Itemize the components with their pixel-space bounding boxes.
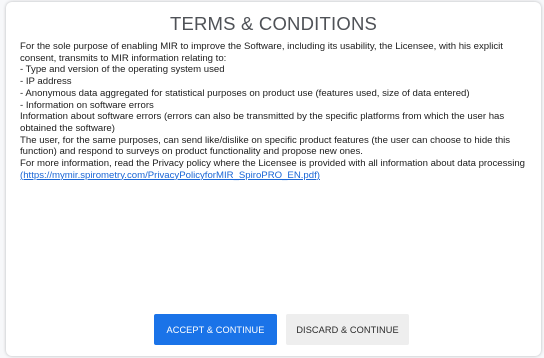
- terms-body: For the sole purpose of enabling MIR to …: [20, 41, 533, 181]
- accept-continue-button[interactable]: ACCEPT & CONTINUE: [154, 314, 277, 345]
- privacy-paragraph: For more information, read the Privacy p…: [20, 158, 533, 181]
- discard-continue-button[interactable]: DISCARD & CONTINUE: [286, 314, 409, 345]
- terms-bullet: - Anonymous data aggregated for statisti…: [20, 87, 470, 99]
- terms-bullet: - Information on software errors: [20, 99, 154, 111]
- terms-dialog: TERMS & CONDITIONS For the sole purpose …: [6, 2, 541, 356]
- terms-paragraph: Information about software errors (error…: [20, 111, 505, 134]
- terms-paragraph: The user, for the same purposes, can sen…: [20, 134, 511, 158]
- privacy-text: For more information, read the Privacy p…: [20, 158, 525, 170]
- dialog-title: TERMS & CONDITIONS: [169, 13, 378, 34]
- terms-bullet: - IP address: [20, 76, 72, 88]
- privacy-policy-link[interactable]: (https://mymir.spirometry.com/PrivacyPol…: [20, 170, 320, 181]
- terms-paragraph: For the sole purpose of enabling MIR to …: [20, 41, 503, 64]
- terms-bullet: - Type and version of the operating syst…: [20, 64, 225, 76]
